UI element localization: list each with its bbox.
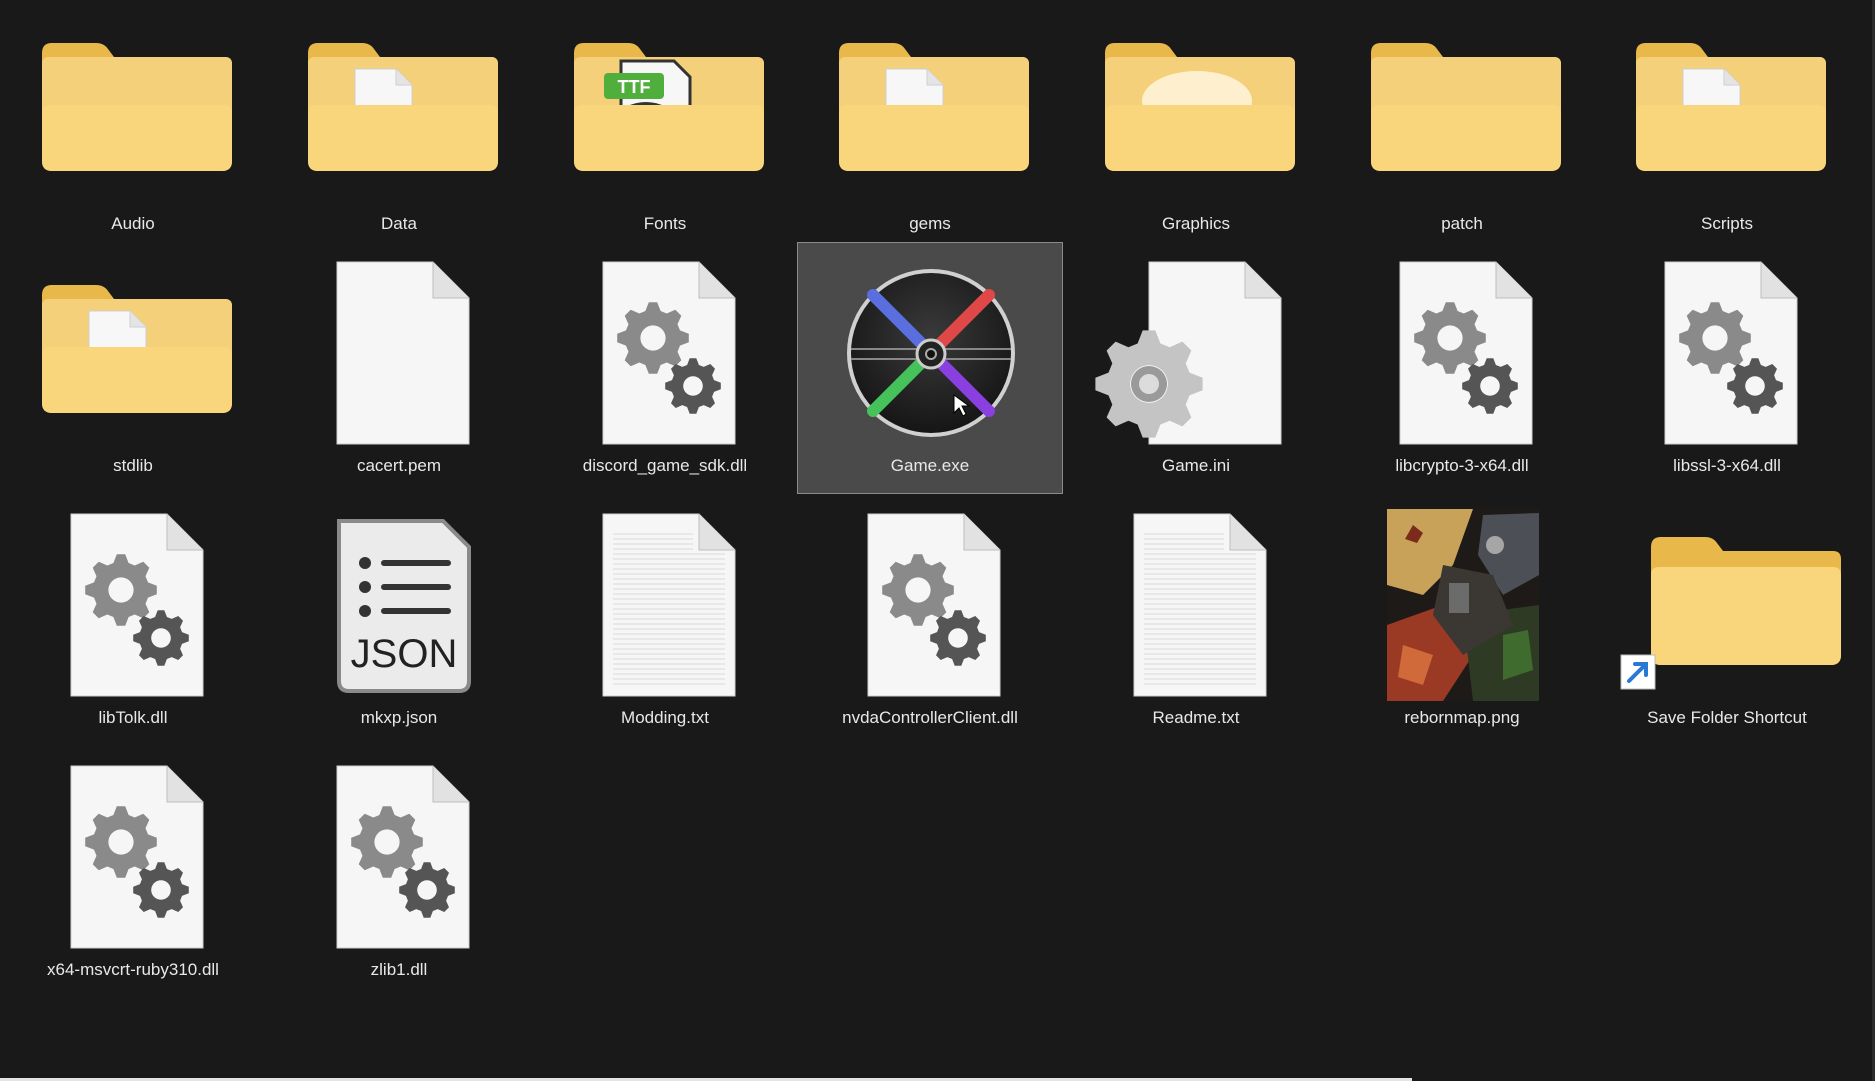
text-file-icon bbox=[533, 505, 799, 705]
file-item[interactable]: libTolk.dll bbox=[0, 494, 266, 746]
file-item[interactable]: zlib1.dll bbox=[266, 746, 532, 998]
file-name-label: Game.exe bbox=[890, 456, 970, 475]
file-item[interactable]: libssl-3-x64.dll bbox=[1594, 242, 1860, 494]
file-item[interactable]: Modding.txt bbox=[532, 494, 798, 746]
file-item[interactable]: Data bbox=[266, 0, 532, 252]
blank-file-icon bbox=[267, 253, 533, 453]
ini-file-icon bbox=[1064, 253, 1330, 453]
folder-icon bbox=[798, 11, 1064, 211]
file-name-label: rebornmap.png bbox=[1404, 708, 1520, 727]
file-item[interactable]: Graphics bbox=[1063, 0, 1329, 252]
dll-file-icon bbox=[1330, 253, 1596, 453]
file-name-label: Modding.txt bbox=[621, 708, 709, 727]
file-name-label: libTolk.dll bbox=[98, 708, 168, 727]
file-name-label: Game.ini bbox=[1161, 456, 1231, 475]
file-name-label: patch bbox=[1441, 214, 1483, 233]
folder-icon bbox=[267, 11, 533, 211]
file-item[interactable]: Scripts bbox=[1594, 0, 1860, 252]
file-item[interactable]: gems bbox=[797, 0, 1063, 252]
file-item[interactable]: rebornmap.png bbox=[1329, 494, 1595, 746]
dll-file-icon bbox=[533, 253, 799, 453]
svg-text:JSON: JSON bbox=[351, 632, 458, 676]
dll-file-icon bbox=[1, 505, 267, 705]
file-name-label: Scripts bbox=[1701, 214, 1753, 233]
file-name-label: Readme.txt bbox=[1152, 708, 1240, 727]
file-item[interactable]: TTF Fonts bbox=[532, 0, 798, 252]
folder-icon bbox=[1330, 11, 1596, 211]
file-name-label: gems bbox=[909, 214, 951, 233]
file-item[interactable]: Save Folder Shortcut bbox=[1594, 494, 1860, 746]
file-item[interactable]: Game.exe bbox=[797, 242, 1063, 494]
file-name-label: Audio bbox=[111, 214, 155, 233]
dll-file-icon bbox=[1, 757, 267, 957]
file-item[interactable]: nvdaControllerClient.dll bbox=[797, 494, 1063, 746]
file-item[interactable]: libcrypto-3-x64.dll bbox=[1329, 242, 1595, 494]
file-item[interactable]: Readme.txt bbox=[1063, 494, 1329, 746]
folder-icon bbox=[1, 11, 267, 211]
folder-icon bbox=[1064, 11, 1330, 211]
file-item[interactable]: Audio bbox=[0, 0, 266, 252]
file-name-label: zlib1.dll bbox=[370, 960, 428, 979]
file-grid: Audio Data TTF Fonts gems Graphics patch Script… bbox=[0, 0, 1875, 1081]
text-file-icon bbox=[1064, 505, 1330, 705]
folder-icon bbox=[1595, 11, 1861, 211]
json-file-icon: JSON bbox=[267, 505, 533, 705]
file-item[interactable]: x64-msvcrt-ruby310.dll bbox=[0, 746, 266, 998]
file-name-label: stdlib bbox=[113, 456, 153, 475]
dll-file-icon bbox=[267, 757, 533, 957]
file-name-label: cacert.pem bbox=[356, 456, 442, 475]
file-name-label: mkxp.json bbox=[360, 708, 438, 727]
file-name-label: libcrypto-3-x64.dll bbox=[1395, 456, 1529, 475]
svg-text:TTF: TTF bbox=[618, 77, 651, 97]
folder-icon: TTF bbox=[533, 11, 799, 211]
file-name-label: Fonts bbox=[643, 214, 687, 233]
file-item[interactable]: Game.ini bbox=[1063, 242, 1329, 494]
folder-icon bbox=[1, 253, 267, 453]
file-name-label: libssl-3-x64.dll bbox=[1673, 456, 1781, 475]
file-name-label: discord_game_sdk.dll bbox=[582, 456, 748, 475]
file-item[interactable]: cacert.pem bbox=[266, 242, 532, 494]
file-item[interactable]: patch bbox=[1329, 0, 1595, 252]
file-item[interactable]: JSON mkxp.json bbox=[266, 494, 532, 746]
file-name-label: x64-msvcrt-ruby310.dll bbox=[47, 960, 219, 979]
file-name-label: nvdaControllerClient.dll bbox=[842, 708, 1018, 727]
dll-file-icon bbox=[1595, 253, 1861, 453]
dll-file-icon bbox=[798, 505, 1064, 705]
folder-shortcut-icon bbox=[1595, 505, 1861, 705]
image-thumbnail-icon bbox=[1330, 505, 1596, 705]
file-item[interactable]: discord_game_sdk.dll bbox=[532, 242, 798, 494]
game-exe-icon bbox=[798, 253, 1064, 453]
file-name-label: Graphics bbox=[1161, 214, 1231, 233]
file-item[interactable]: stdlib bbox=[0, 242, 266, 494]
file-name-label: Save Folder Shortcut bbox=[1647, 708, 1807, 727]
file-name-label: Data bbox=[381, 214, 417, 233]
